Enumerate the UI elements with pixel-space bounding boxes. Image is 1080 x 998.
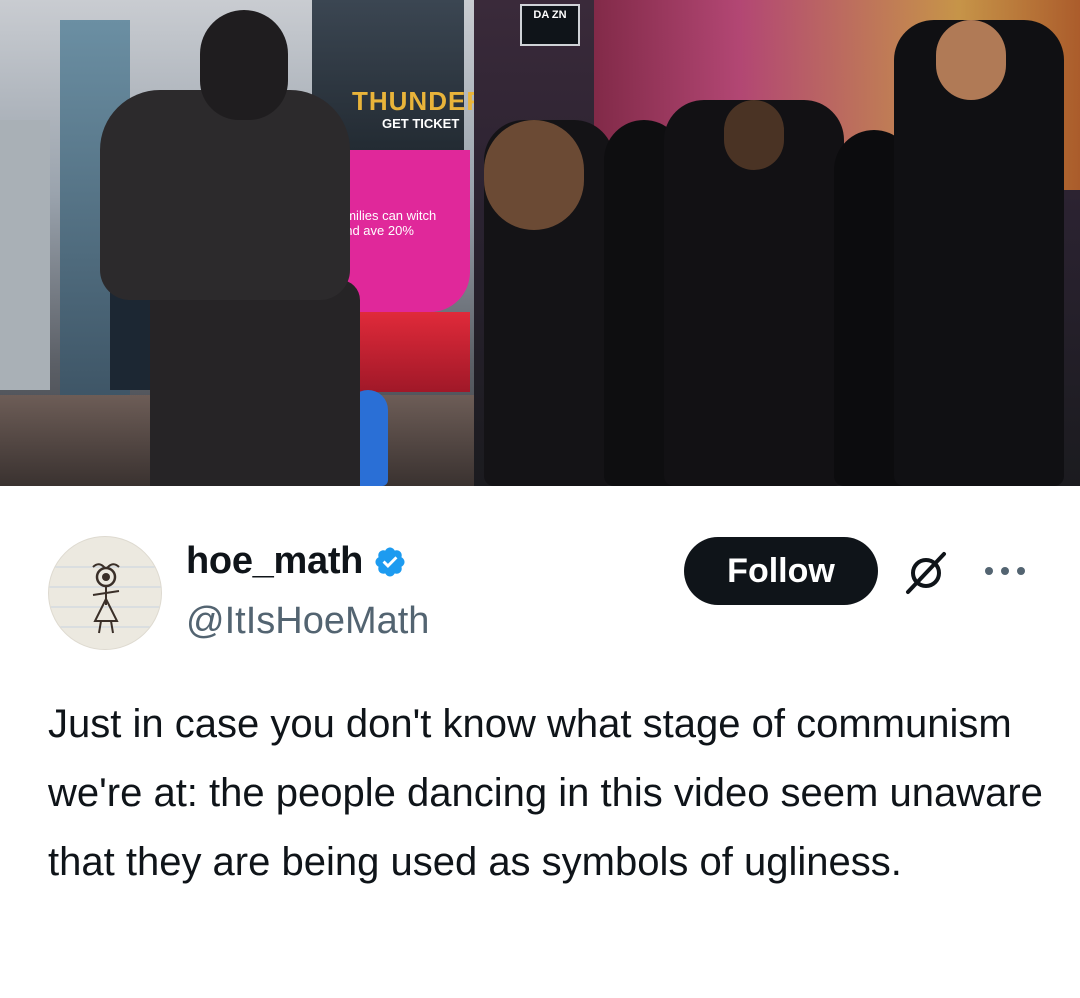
singer-face — [724, 100, 784, 170]
author-avatar[interactable] — [48, 536, 162, 650]
verified-badge-icon — [375, 546, 405, 577]
media-image-right[interactable]: DA ZN — [474, 0, 1080, 486]
lead-singer-face — [936, 20, 1006, 100]
follow-button[interactable]: Follow — [684, 537, 878, 605]
billboard-subtitle: GET TICKET — [382, 116, 460, 131]
author-handle[interactable]: @ItIsHoeMath — [186, 600, 429, 643]
tweet-media[interactable]: THUNDER GET TICKET amilies can witch and… — [0, 0, 1080, 486]
pink-ad-text: amilies can witch and ave 20% — [338, 208, 437, 238]
more-options-icon[interactable] — [982, 558, 1028, 584]
grok-icon[interactable] — [902, 548, 950, 596]
author-display-name[interactable]: hoe_math — [186, 540, 363, 583]
statue-legs — [150, 280, 360, 486]
stick-figure-avatar-icon — [49, 563, 161, 634]
singer-hair — [484, 120, 584, 230]
media-image-left[interactable]: THUNDER GET TICKET amilies can witch and… — [0, 0, 474, 486]
dazn-logo: DA ZN — [520, 4, 580, 46]
billboard-title: THUNDER — [352, 86, 474, 116]
statue-body — [100, 90, 350, 300]
dazn-logo-text: DA ZN — [533, 9, 567, 21]
author-name-row[interactable]: hoe_math — [186, 540, 407, 583]
statue-head — [200, 10, 288, 120]
building — [0, 120, 50, 390]
tweet-text: Just in case you don't know what stage o… — [48, 702, 1043, 884]
